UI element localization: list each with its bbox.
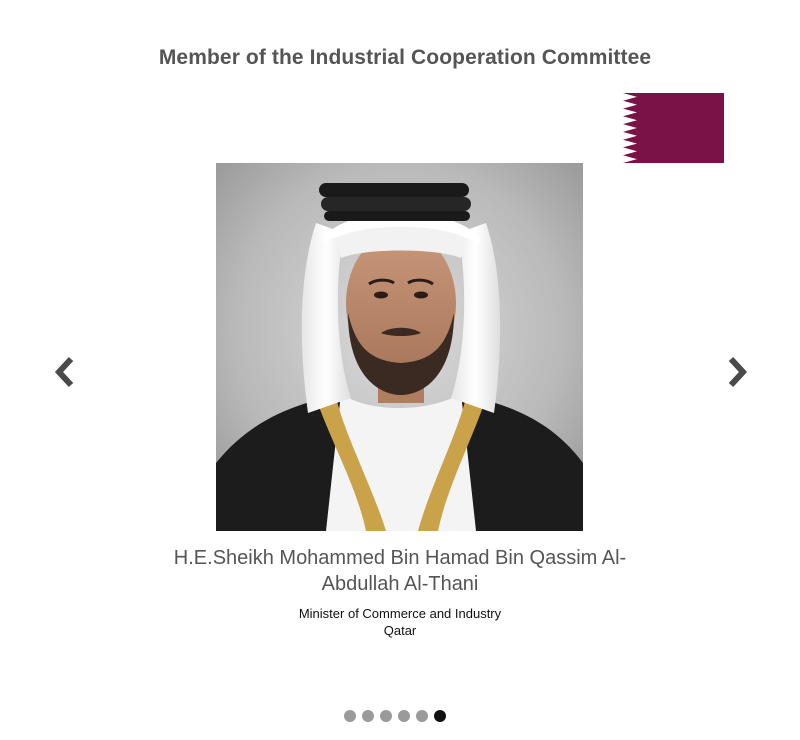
- member-position: Minister of Commerce and Industry: [298, 606, 502, 621]
- pagination-dot[interactable]: [416, 710, 428, 722]
- next-slide-button[interactable]: [721, 350, 751, 394]
- pagination-dot[interactable]: [362, 710, 374, 722]
- previous-slide-button[interactable]: [51, 350, 81, 394]
- pagination-dot[interactable]: [398, 710, 410, 722]
- qatar-flag-icon: [619, 93, 724, 163]
- pagination-dot[interactable]: [344, 710, 356, 722]
- member-country: Qatar: [383, 623, 417, 638]
- pagination-dot[interactable]: [380, 710, 392, 722]
- pagination-dot-active[interactable]: [434, 710, 446, 722]
- carousel-heading: Member of the Industrial Cooperation Com…: [158, 46, 652, 69]
- member-role: Minister of Commerce and Industry Qatar: [200, 605, 600, 639]
- carousel-pagination: [344, 710, 446, 724]
- member-name-line-2: Abdullah Al-Thani: [321, 573, 479, 595]
- member-name: H.E.Sheikh Mohammed Bin Hamad Bin Qassim…: [150, 545, 650, 597]
- member-name-line-1: H.E.Sheikh Mohammed Bin Hamad Bin Qassim…: [173, 547, 627, 569]
- member-portrait: [216, 163, 583, 531]
